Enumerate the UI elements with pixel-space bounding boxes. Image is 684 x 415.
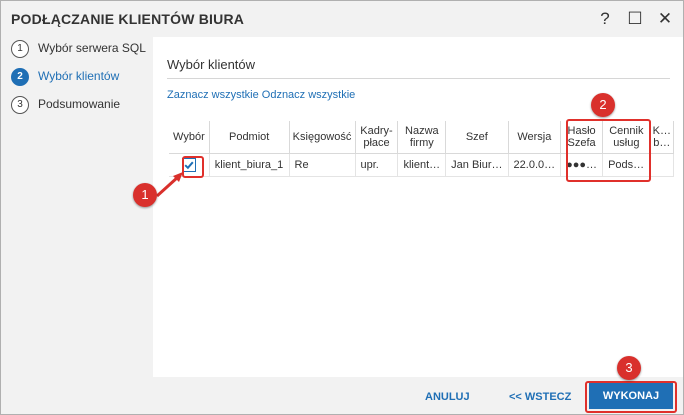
step-label: Wybór serwera SQL [38,41,146,55]
column-header[interactable]: Kadry- płace [355,121,399,154]
step-label: Podsumowanie [38,97,121,111]
annotation-highlight-columns [566,119,651,182]
table-cell[interactable] [650,153,674,177]
step-number: 2 [11,68,29,86]
table-cell[interactable]: 22.0.0… [508,153,562,177]
select-all-link[interactable]: Zaznacz wszystkie [167,89,259,101]
column-header[interactable]: K… b… [650,121,674,154]
table-cell: klient_biura_1 [209,153,290,177]
back-button[interactable]: << WSTECZ [509,391,571,403]
annotation-highlight-execute [585,381,677,413]
column-header[interactable]: Księgowość [289,121,356,154]
cancel-button[interactable]: ANULUJ [425,391,470,403]
column-header[interactable]: Nazwa firmy [397,121,447,154]
dialog-window: PODŁĄCZANIE KLIENTÓW BIURA ? ☐ ✕ 1 Wybór… [0,0,684,415]
step-number: 1 [11,40,29,58]
divider [167,78,670,79]
close-button[interactable]: ✕ [653,7,677,31]
step-label: Wybór klientów [38,69,120,83]
deselect-all-link[interactable]: Odznacz wszystkie [262,89,356,101]
table-cell[interactable]: Jan Biur… [445,153,509,177]
main-panel: Wybór klientów Zaznacz wszystkie Odznacz… [153,37,683,377]
maximize-button[interactable]: ☐ [623,7,647,31]
title-bar: PODŁĄCZANIE KLIENTÓW BIURA ? ☐ ✕ [1,1,683,37]
column-header[interactable]: Szef [445,121,509,154]
annotation-badge-3: 3 [617,356,641,380]
wizard-steps: 1 Wybór serwera SQL 2 Wybór klientów 3 P… [1,37,153,377]
table-cell[interactable]: upr. [355,153,399,177]
column-header[interactable]: Wybór [169,121,210,154]
column-header[interactable]: Podmiot [209,121,290,154]
help-button[interactable]: ? [593,7,617,31]
footer-bar: ANULUJ << WSTECZ [1,377,683,414]
step-number: 3 [11,96,29,114]
table-cell[interactable]: Re [289,153,356,177]
window-title: PODŁĄCZANIE KLIENTÓW BIURA [11,11,245,27]
column-header[interactable]: Wersja [508,121,562,154]
section-title: Wybór klientów [167,57,256,72]
selection-links: Zaznacz wszystkie Odznacz wszystkie [167,89,355,101]
annotation-badge-1: 1 [133,183,157,207]
table-cell[interactable]: klient… [397,153,447,177]
annotation-badge-2: 2 [591,93,615,117]
